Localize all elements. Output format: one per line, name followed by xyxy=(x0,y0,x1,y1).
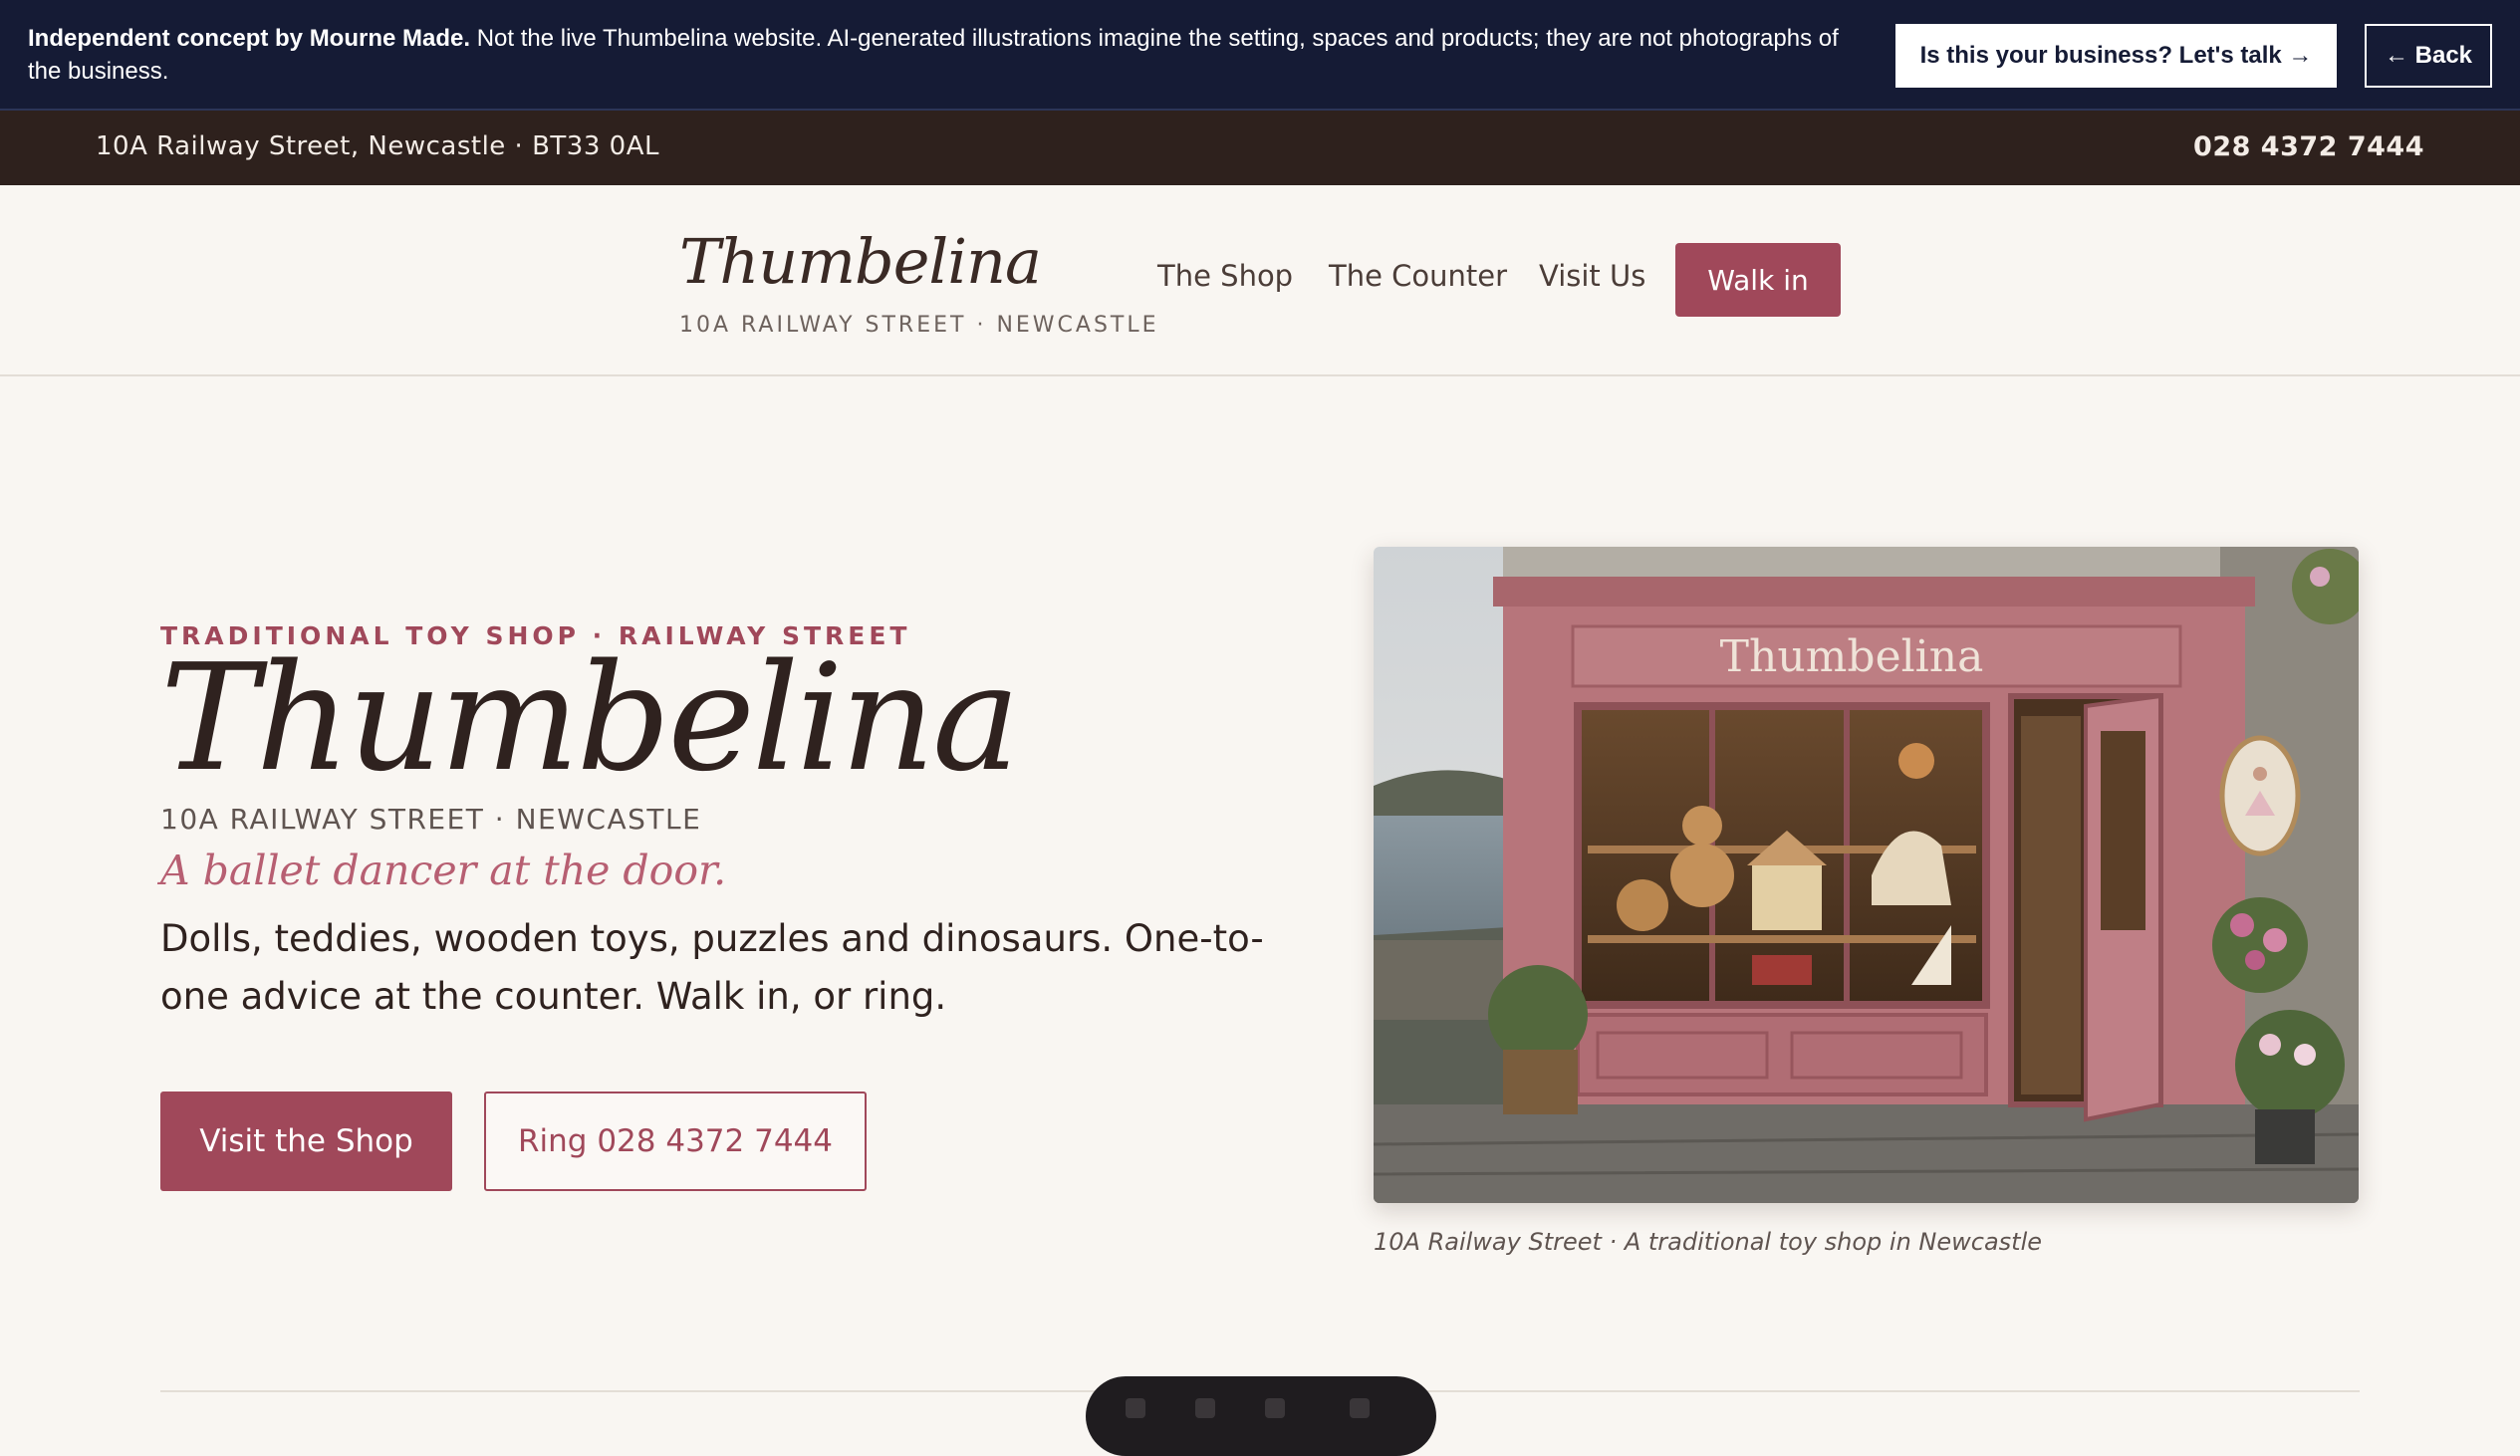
strip-address: 10A Railway Street, Newcastle · BT33 0AL xyxy=(96,131,659,161)
hero-title: Thumbelina xyxy=(160,632,1020,804)
site-logo[interactable]: Thumbelina xyxy=(679,225,1042,298)
nav-visit-us[interactable]: Visit Us xyxy=(1539,259,1645,293)
strip-phone-link[interactable]: 028 4372 7444 xyxy=(2193,131,2424,162)
walk-in-button[interactable]: Walk in xyxy=(1675,243,1841,317)
lets-talk-button[interactable]: Is this your business? Let's talk → xyxy=(1895,24,2337,88)
shopfront-image: Thumbelina xyxy=(1374,547,2359,1203)
shopfront-illustration: Thumbelina xyxy=(1374,547,2359,1203)
nav-the-counter[interactable]: The Counter xyxy=(1329,259,1507,293)
concept-notice-bold: Independent concept by Mourne Made. xyxy=(28,25,471,52)
toolbar-text-icon[interactable] xyxy=(1126,1398,1145,1418)
image-caption: 10A Railway Street · A traditional toy s… xyxy=(1374,1228,2043,1256)
visit-shop-button[interactable]: Visit the Shop xyxy=(160,1092,452,1191)
hero-description: Dolls, teddies, wooden toys, puzzles and… xyxy=(160,917,1264,1018)
toolbar-menu-icon[interactable] xyxy=(1265,1398,1285,1418)
toolbar-brush-icon[interactable] xyxy=(1195,1398,1215,1418)
concept-notice: Independent concept by Mourne Made. Not … xyxy=(28,22,1861,88)
nav-the-shop[interactable]: The Shop xyxy=(1157,259,1293,293)
address-strip: 10A Railway Street, Newcastle · BT33 0AL… xyxy=(0,111,2520,185)
hero-tagline: A ballet dancer at the door. xyxy=(160,847,727,894)
logo-subtitle: 10A RAILWAY STREET · NEWCASTLE xyxy=(679,313,1159,338)
site-header: Thumbelina 10A RAILWAY STREET · NEWCASTL… xyxy=(0,185,2520,376)
toolbar-settings-icon[interactable] xyxy=(1350,1398,1370,1418)
shop-sign: Thumbelina xyxy=(1720,631,1984,682)
back-button[interactable]: ← Back xyxy=(2365,24,2492,88)
floating-toolbar[interactable] xyxy=(1086,1376,1436,1456)
ring-phone-button[interactable]: Ring 028 4372 7444 xyxy=(484,1092,867,1191)
hero-address: 10A RAILWAY STREET · NEWCASTLE xyxy=(160,803,702,836)
concept-banner: Independent concept by Mourne Made. Not … xyxy=(0,0,2520,111)
